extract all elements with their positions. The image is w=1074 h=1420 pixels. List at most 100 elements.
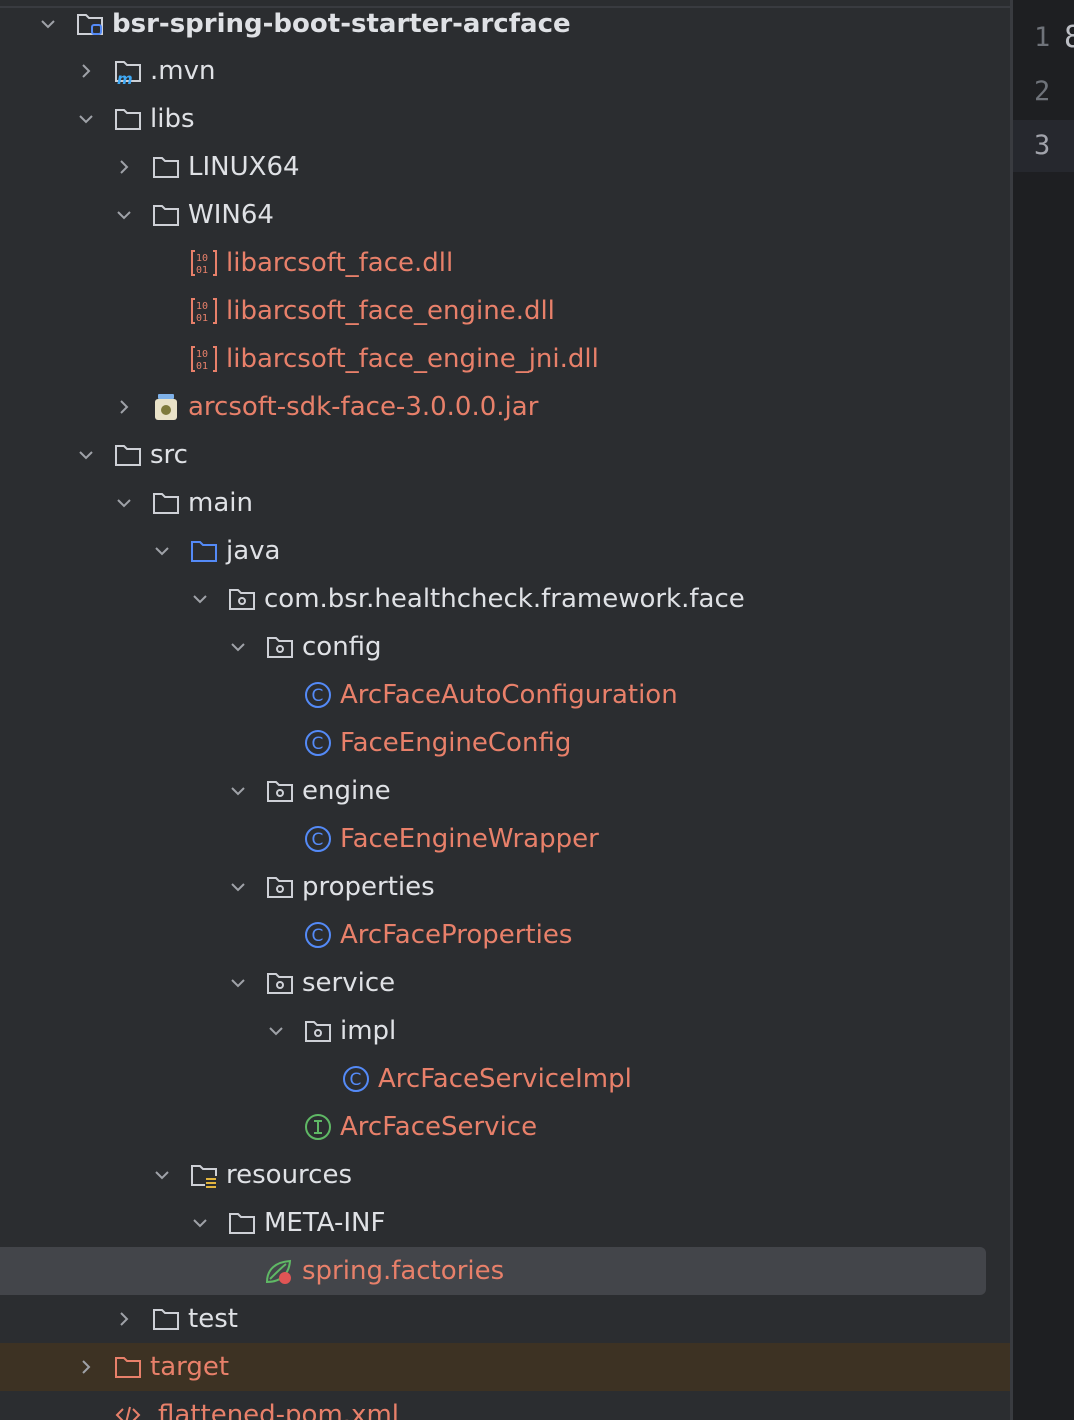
tree-row-meta-inf[interactable]: META-INF	[0, 1199, 1010, 1247]
tree-row-dll[interactable]: 10 01 libarcsoft_face_engine_jni.dll	[0, 335, 1010, 383]
chevron-right-icon[interactable]	[114, 157, 134, 177]
chevron-down-icon[interactable]	[190, 589, 210, 609]
tree-row-libs[interactable]: libs	[0, 95, 1010, 143]
tree-row-linux64[interactable]: LINUX64	[0, 143, 1010, 191]
package-icon	[267, 877, 293, 898]
tree-row-package[interactable]: properties	[0, 863, 1010, 911]
tree-row-resources[interactable]: resources	[0, 1151, 1010, 1199]
chevron-down-icon[interactable]	[190, 1213, 210, 1233]
editor-text-peek: 8	[1064, 20, 1074, 55]
package-icon	[267, 781, 293, 802]
package-icon	[305, 1021, 331, 1042]
tree-row-class[interactable]: C ArcFaceProperties	[0, 911, 1010, 959]
tree-row-dll[interactable]: 10 01 libarcsoft_face.dll	[0, 239, 1010, 287]
tree-row-java[interactable]: java	[0, 527, 1010, 575]
spring-factories-icon	[265, 1259, 292, 1284]
tree-row-class[interactable]: C ArcFaceServiceImpl	[0, 1055, 1010, 1103]
module-folder-icon	[77, 14, 103, 35]
tree-item-label: src	[150, 440, 188, 470]
tree-item-label: java	[226, 536, 281, 566]
tree-item-label: impl	[340, 1016, 397, 1046]
tree-row-class[interactable]: C ArcFaceAutoConfiguration	[0, 671, 1010, 719]
tree-row-test[interactable]: test	[0, 1295, 1010, 1343]
tree-item-label: service	[302, 968, 396, 998]
tree-item-label: properties	[302, 872, 435, 902]
chevron-right-icon[interactable]	[76, 61, 96, 81]
resources-folder-icon	[191, 1165, 217, 1188]
maven-folder-icon: m	[115, 61, 141, 85]
chevron-down-icon[interactable]	[114, 205, 134, 225]
tree-row-package[interactable]: com.bsr.healthcheck.framework.face	[0, 575, 1010, 623]
tree-row-package[interactable]: impl	[0, 1007, 1010, 1055]
chevron-down-icon[interactable]	[152, 541, 172, 561]
editor-gutter	[1010, 0, 1074, 1420]
tree-item-label: ArcFaceService	[340, 1112, 538, 1142]
class-icon: C	[305, 730, 331, 756]
tree-item-label: libarcsoft_face_engine.dll	[226, 296, 555, 326]
folder-icon	[153, 157, 179, 178]
xml-file-icon	[115, 1406, 141, 1420]
class-icon: C	[305, 682, 331, 708]
chevron-down-icon[interactable]	[228, 877, 248, 897]
chevron-down-icon[interactable]	[228, 973, 248, 993]
chevron-right-icon[interactable]	[114, 397, 134, 417]
tree-item-label: libs	[150, 104, 195, 134]
chevron-down-icon[interactable]	[38, 14, 58, 34]
line-number: 2	[1034, 76, 1051, 107]
interface-icon	[305, 1114, 331, 1140]
tree-item-label: resources	[226, 1160, 353, 1190]
tree-item-label: WIN64	[188, 200, 274, 230]
class-icon: C	[343, 1066, 369, 1092]
folder-icon	[115, 109, 141, 130]
tree-row-interface[interactable]: ArcFaceService	[0, 1103, 1010, 1151]
chevron-right-icon[interactable]	[76, 1357, 96, 1377]
tree-item-label: ArcFaceServiceImpl	[378, 1064, 632, 1094]
svg-text:C: C	[312, 686, 324, 706]
binary-file-icon: 1001	[191, 346, 217, 372]
tree-row-package[interactable]: config	[0, 623, 1010, 671]
chevron-down-icon[interactable]	[152, 1165, 172, 1185]
svg-text:01: 01	[196, 313, 208, 324]
tree-item-label: engine	[302, 776, 391, 806]
tree-row-mvn[interactable]: m .mvn	[0, 47, 1010, 95]
svg-text:01: 01	[196, 361, 208, 372]
excluded-folder-icon	[115, 1357, 141, 1378]
tree-item-label: spring.factories	[302, 1256, 505, 1286]
tree-item-label: FaceEngineConfig	[340, 728, 572, 758]
chevron-down-icon[interactable]	[114, 493, 134, 513]
folder-icon	[229, 1213, 255, 1234]
chevron-down-icon[interactable]	[228, 781, 248, 801]
tree-row-jar[interactable]: arcsoft-sdk-face-3.0.0.0.jar	[0, 383, 1010, 431]
svg-text:m: m	[117, 70, 133, 85]
tree-row-flattened-pom[interactable]: flattened-pom.xml	[0, 1391, 1010, 1420]
package-icon	[267, 973, 293, 994]
tree-row-main[interactable]: main	[0, 479, 1010, 527]
tree-row-spring-factories[interactable]: spring.factories	[0, 1247, 1010, 1295]
tree-item-label: bsr-spring-boot-starter-arcface	[112, 9, 571, 39]
tree-row-class[interactable]: C FaceEngineWrapper	[0, 815, 1010, 863]
tree-row-package[interactable]: engine	[0, 767, 1010, 815]
tree-item-label: flattened-pom.xml	[158, 1400, 399, 1420]
svg-text:10: 10	[196, 301, 208, 312]
tree-row-target[interactable]: target	[0, 1343, 1010, 1391]
tree-row-src[interactable]: src	[0, 431, 1010, 479]
tree-row-root[interactable]: bsr-spring-boot-starter-arcface	[0, 0, 1010, 48]
chevron-down-icon[interactable]	[76, 445, 96, 465]
tree-row-package[interactable]: service	[0, 959, 1010, 1007]
tree-row-class[interactable]: C FaceEngineConfig	[0, 719, 1010, 767]
tree-item-label: META-INF	[264, 1208, 386, 1238]
tree-item-label: libarcsoft_face.dll	[226, 248, 454, 278]
tree-item-label: test	[188, 1304, 238, 1334]
chevron-right-icon[interactable]	[114, 1309, 134, 1329]
tree-item-label: LINUX64	[188, 152, 300, 182]
chevron-down-icon[interactable]	[266, 1021, 286, 1041]
tree-item-label: arcsoft-sdk-face-3.0.0.0.jar	[188, 392, 539, 422]
binary-file-icon: 1001	[191, 298, 217, 324]
chevron-down-icon[interactable]	[228, 637, 248, 657]
tree-row-win64[interactable]: WIN64	[0, 191, 1010, 239]
chevron-down-icon[interactable]	[76, 109, 96, 129]
svg-text:C: C	[312, 926, 324, 946]
tree-row-dll[interactable]: 10 01 libarcsoft_face_engine.dll	[0, 287, 1010, 335]
svg-text:C: C	[350, 1070, 362, 1090]
source-folder-icon	[191, 541, 217, 562]
